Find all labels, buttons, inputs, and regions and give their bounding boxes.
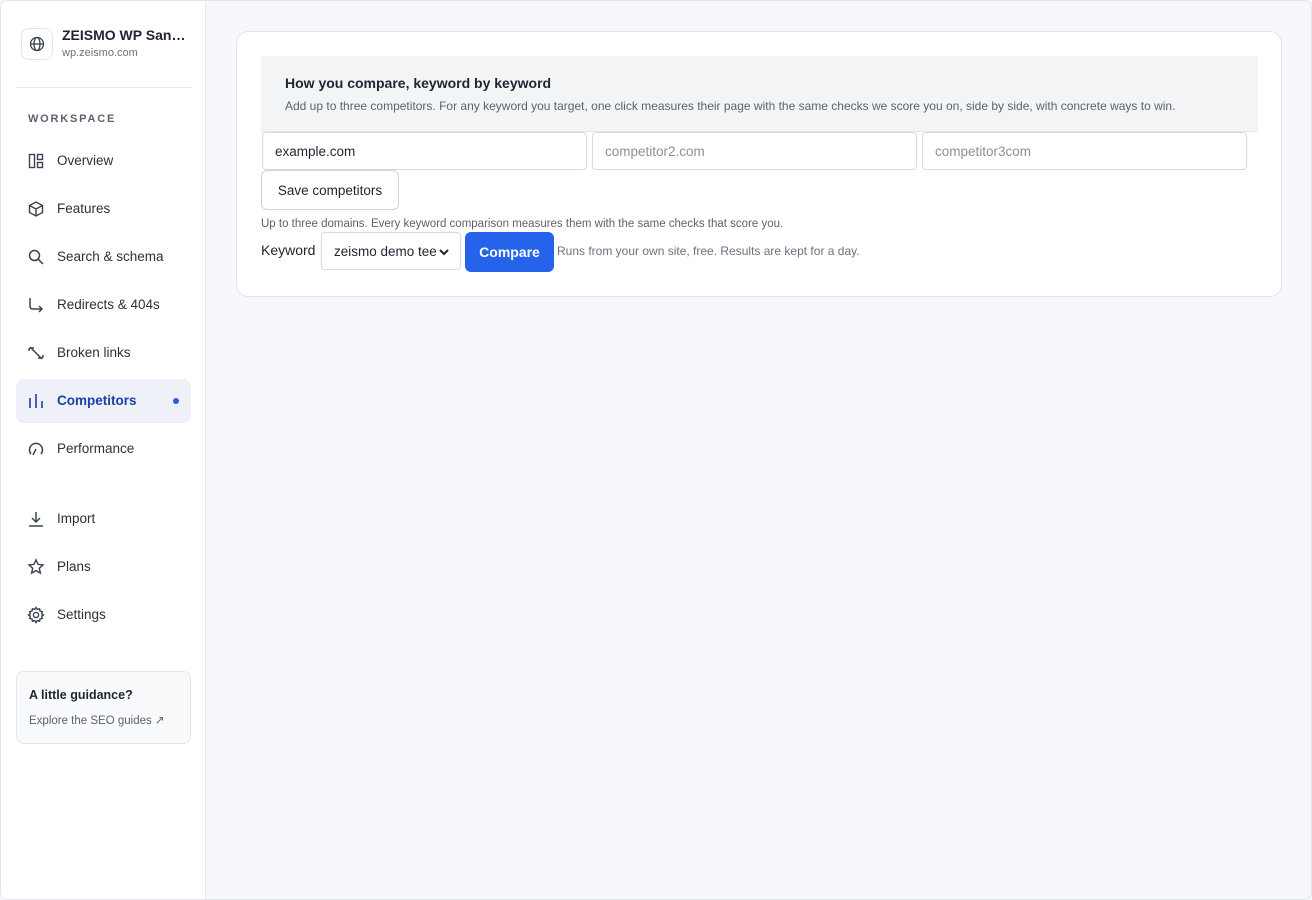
save-competitors-button[interactable]: Save competitors bbox=[261, 170, 399, 210]
sidebar-item-plans[interactable]: Plans bbox=[16, 545, 191, 589]
sidebar: ZEISMO WP Sandbox wp.zeismo.com WORKSPAC… bbox=[1, 1, 206, 899]
redirect-arrow-icon bbox=[29, 298, 44, 313]
competitor-1-input[interactable] bbox=[262, 132, 587, 170]
workspace-section-label: WORKSPACE bbox=[28, 113, 117, 125]
sidebar-item-label: Redirects & 404s bbox=[57, 297, 160, 312]
competitors-help-text: Up to three domains. Every keyword compa… bbox=[261, 218, 784, 230]
keyword-selected-value: zeismo demo tee bbox=[334, 244, 437, 259]
cube-icon bbox=[28, 201, 44, 217]
compare-button[interactable]: Compare bbox=[465, 232, 554, 272]
sidebar-item-broken-links[interactable]: Broken links bbox=[16, 331, 191, 375]
site-name: ZEISMO WP Sandbox bbox=[62, 27, 186, 43]
sidebar-item-performance[interactable]: Performance bbox=[16, 427, 191, 471]
competitor-3-input[interactable] bbox=[922, 132, 1247, 170]
sidebar-item-competitors[interactable]: Competitors bbox=[16, 379, 191, 423]
site-url: wp.zeismo.com bbox=[62, 47, 138, 59]
sidebar-item-redirects[interactable]: Redirects & 404s bbox=[16, 283, 191, 327]
sidebar-item-import[interactable]: Import bbox=[16, 497, 191, 541]
chevron-down-icon bbox=[439, 249, 449, 256]
sidebar-item-label: Performance bbox=[57, 441, 135, 456]
sidebar-item-label: Broken links bbox=[57, 345, 131, 360]
app-window: ZEISMO WP Sandbox wp.zeismo.com WORKSPAC… bbox=[0, 0, 1312, 900]
intro-panel: How you compare, keyword by keyword Add … bbox=[261, 56, 1258, 132]
competitor-2-input[interactable] bbox=[592, 132, 917, 170]
sidebar-item-features[interactable]: Features bbox=[16, 187, 191, 231]
runs-note: Runs from your own site, free. Results a… bbox=[557, 244, 860, 258]
intro-title: How you compare, keyword by keyword bbox=[285, 75, 552, 91]
sidebar-item-settings[interactable]: Settings bbox=[16, 593, 191, 637]
sidebar-item-overview[interactable]: Overview bbox=[16, 139, 191, 183]
globe-icon bbox=[21, 28, 53, 60]
sidebar-item-label: Plans bbox=[57, 559, 91, 574]
sidebar-item-label: Import bbox=[57, 511, 96, 526]
bar-chart-icon bbox=[29, 394, 43, 408]
active-indicator-dot bbox=[173, 398, 179, 404]
sidebar-item-label: Features bbox=[57, 201, 111, 216]
sidebar-item-label: Competitors bbox=[57, 393, 137, 408]
sidebar-item-label: Overview bbox=[57, 153, 114, 168]
sidebar-item-label: Search & schema bbox=[57, 249, 164, 264]
keyword-label: Keyword bbox=[261, 242, 316, 258]
guidance-card: A little guidance? Explore the SEO guide… bbox=[16, 671, 191, 744]
guidance-title: A little guidance? bbox=[29, 688, 133, 702]
sidebar-item-label: Settings bbox=[57, 607, 106, 622]
intro-description: Add up to three competitors. For any key… bbox=[285, 99, 1176, 113]
overview-icon bbox=[28, 153, 44, 169]
download-icon bbox=[29, 512, 43, 527]
star-icon bbox=[27, 558, 45, 575]
seo-guides-link[interactable]: Explore the SEO guides ↗ bbox=[29, 713, 165, 727]
keyword-select[interactable]: zeismo demo tee bbox=[321, 232, 461, 270]
broken-link-icon bbox=[28, 346, 44, 360]
search-icon bbox=[28, 249, 44, 265]
site-switcher[interactable]: ZEISMO WP Sandbox wp.zeismo.com bbox=[16, 19, 191, 88]
gauge-icon bbox=[28, 442, 44, 456]
sidebar-item-search-schema[interactable]: Search & schema bbox=[16, 235, 191, 279]
gear-icon bbox=[27, 606, 45, 624]
competitors-card: How you compare, keyword by keyword Add … bbox=[236, 31, 1282, 297]
